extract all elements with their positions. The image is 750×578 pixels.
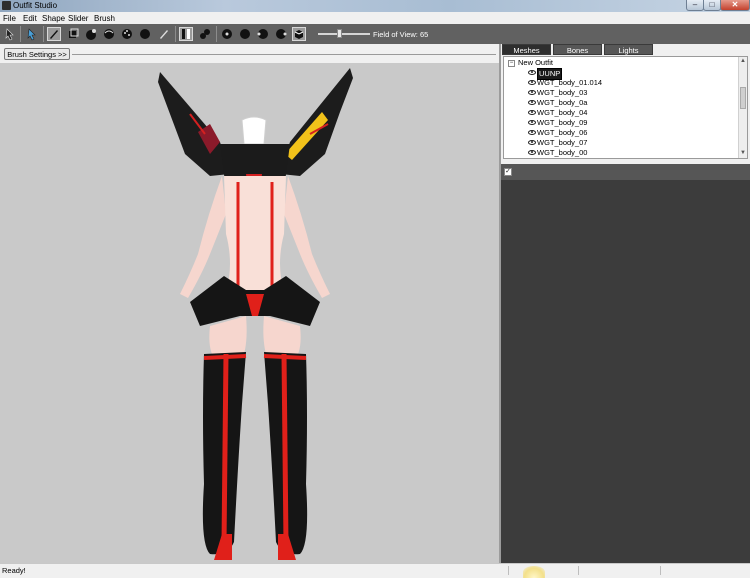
app-icon <box>2 1 11 10</box>
mesh-label: WGT_body_01.014 <box>537 78 603 87</box>
sliders-header <box>501 164 750 180</box>
tab-bones[interactable]: Bones <box>553 44 602 55</box>
smooth-brush-icon[interactable] <box>102 27 116 41</box>
visibility-eye-icon[interactable] <box>528 110 536 115</box>
mesh-label: WGT_body_0a <box>537 98 588 107</box>
fov-slider-thumb[interactable] <box>337 29 342 38</box>
deflate-brush-icon[interactable] <box>66 27 80 41</box>
select-icon[interactable] <box>3 27 17 41</box>
toolbar-separator <box>216 26 217 42</box>
fov-slider-track[interactable] <box>318 33 370 35</box>
weight-brush-icon[interactable] <box>120 27 134 41</box>
title-bar: Outfit Studio – □ ✕ <box>0 0 750 12</box>
brush-settings-bar: Brush Settings >> <box>0 45 499 63</box>
scroll-up-icon[interactable]: ▲ <box>740 58 746 64</box>
status-indicator-icon <box>523 566 545 578</box>
toggle-shading-icon[interactable] <box>292 27 306 41</box>
list-item[interactable]: WGT_body_07 <box>504 138 734 148</box>
brush-settings-button[interactable]: Brush Settings >> <box>4 48 70 60</box>
view-right-icon[interactable] <box>274 27 288 41</box>
menu-brush[interactable]: Brush <box>94 14 115 23</box>
maximize-button[interactable]: □ <box>703 0 721 11</box>
mesh-tree[interactable]: − New Outfit UUNP WGT_body_01.014 WGT_bo… <box>503 56 748 159</box>
list-item[interactable]: WGT_body_06 <box>504 128 734 138</box>
view-left-icon[interactable] <box>256 27 270 41</box>
menu-shape[interactable]: Shape <box>42 14 65 23</box>
visibility-eye-icon[interactable] <box>528 140 536 145</box>
toolbar-separator <box>175 26 176 42</box>
symmetry-icon[interactable] <box>179 27 193 41</box>
scroll-down-icon[interactable]: ▼ <box>740 150 746 156</box>
list-item[interactable]: WGT_body_09 <box>504 118 734 128</box>
visibility-eye-icon[interactable] <box>528 100 536 105</box>
fov-label: Field of View: 65 <box>373 30 429 39</box>
move-brush-icon[interactable] <box>84 27 98 41</box>
tab-meshes[interactable]: Meshes <box>502 44 551 55</box>
view-front-icon[interactable] <box>220 27 234 41</box>
standard-brush-icon[interactable] <box>47 27 61 41</box>
menu-edit[interactable]: Edit <box>23 14 37 23</box>
mesh-tree-scrollbar[interactable]: ▲ ▼ <box>738 57 747 158</box>
mask-brush-icon[interactable] <box>138 27 152 41</box>
brush-settings-divider <box>72 54 496 55</box>
list-item[interactable]: UUNP <box>504 68 734 80</box>
mesh-label: WGT_body_03 <box>537 88 588 97</box>
window-title: Outfit Studio <box>13 1 58 10</box>
collapse-icon[interactable]: − <box>508 60 515 67</box>
sliders-checkbox[interactable]: ✓ <box>504 168 512 176</box>
list-item[interactable]: WGT_body_04 <box>504 108 734 118</box>
scrollbar-thumb[interactable] <box>740 87 746 109</box>
status-separator <box>660 566 661 575</box>
list-item[interactable]: WGT_body_0a <box>504 98 734 108</box>
status-separator <box>508 566 509 575</box>
mesh-label: WGT_body_04 <box>537 108 588 117</box>
toolbar-separator <box>20 26 21 42</box>
panel-tabs: Meshes Bones Lights <box>501 44 750 55</box>
tree-root[interactable]: − New Outfit <box>504 58 734 68</box>
visibility-eye-icon[interactable] <box>528 90 536 95</box>
brush-settings-icon[interactable] <box>25 27 39 41</box>
outfit-model[interactable] <box>150 64 360 564</box>
mesh-label: WGT_body_06 <box>537 128 588 137</box>
menu-file[interactable]: File <box>3 14 16 23</box>
visibility-eye-icon[interactable] <box>528 120 536 125</box>
undo-brush-icon[interactable] <box>157 27 171 41</box>
visibility-eye-icon[interactable] <box>528 80 536 85</box>
list-item[interactable]: WGT_body_00 <box>504 148 734 158</box>
sliders-panel[interactable] <box>501 164 750 563</box>
visibility-eye-icon[interactable] <box>528 130 536 135</box>
status-bar: Ready! <box>0 563 750 576</box>
mesh-label: WGT_body_07 <box>537 138 588 147</box>
visibility-eye-icon[interactable] <box>528 150 536 155</box>
view-back-icon[interactable] <box>238 27 252 41</box>
toolbar-separator <box>43 26 44 42</box>
connected-icon[interactable] <box>198 27 212 41</box>
visibility-eye-icon[interactable] <box>528 70 536 75</box>
list-item[interactable]: WGT_body_03 <box>504 88 734 98</box>
minimize-button[interactable]: – <box>686 0 704 11</box>
close-button[interactable]: ✕ <box>720 0 750 11</box>
mesh-label: WGT_body_09 <box>537 118 588 127</box>
mesh-label: WGT_body_00 <box>537 148 588 157</box>
list-item[interactable]: WGT_body_01.014 <box>504 78 734 88</box>
status-text: Ready! <box>2 566 26 575</box>
tab-lights[interactable]: Lights <box>604 44 653 55</box>
tree-root-label: New Outfit <box>518 58 554 67</box>
status-separator <box>578 566 579 575</box>
menu-slider[interactable]: Slider <box>68 14 88 23</box>
menu-bar: File Edit Shape Slider Brush <box>0 12 750 24</box>
